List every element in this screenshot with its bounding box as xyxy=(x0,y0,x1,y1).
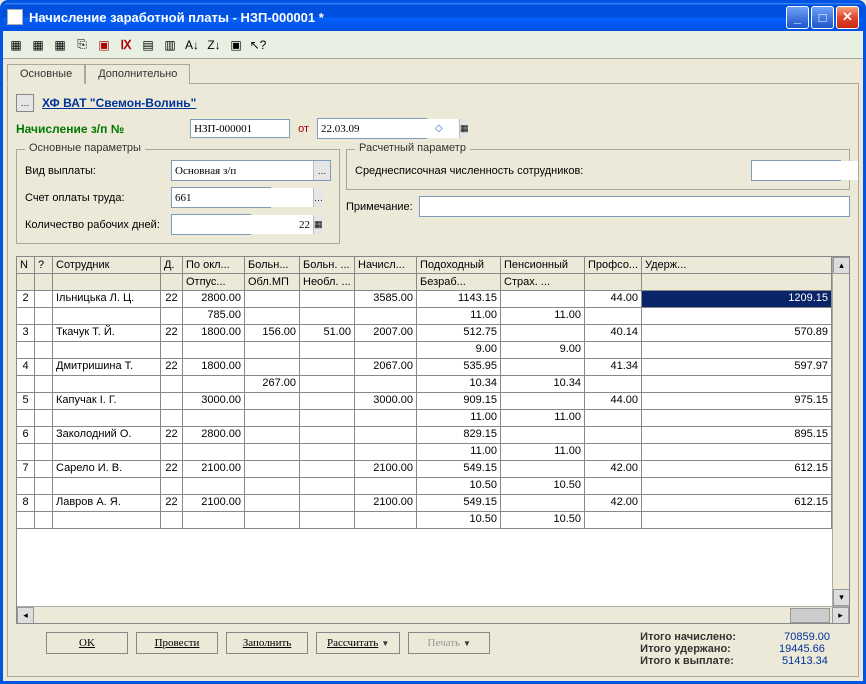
table-row-sub[interactable]: 10.5010.50 xyxy=(17,512,832,529)
app-icon xyxy=(7,9,23,25)
note-input[interactable] xyxy=(419,196,850,217)
toolbar: ▦ ▦ ▦ ⎘ ▣ Ⅸ ▤ ▥ A↓ Z↓ ▣ ↖? xyxy=(3,31,863,59)
tab-extra[interactable]: Дополнительно xyxy=(85,64,190,84)
table-row-sub[interactable]: 267.0010.3410.34 xyxy=(17,376,832,393)
scroll-down-icon[interactable]: ▾ xyxy=(833,589,849,606)
table-row-sub[interactable]: 11.0011.00 xyxy=(17,410,832,427)
ok-button[interactable]: OK xyxy=(46,632,128,654)
main-params-group: Основные параметры Вид выплаты: … Счет о… xyxy=(16,149,340,244)
toolbar-icon-5[interactable]: ▣ xyxy=(95,36,113,54)
scroll-right-icon[interactable]: ▸ xyxy=(832,607,849,624)
toolbar-icon-4[interactable]: ⎘ xyxy=(73,36,91,54)
toolbar-icon-11[interactable]: ▣ xyxy=(227,36,245,54)
days-input[interactable]: ▦ xyxy=(171,214,251,235)
toolbar-icon-8[interactable]: ▥ xyxy=(161,36,179,54)
action-buttons: OK Провести Заполнить Рассчитать▼ Печать… xyxy=(16,628,490,654)
note-label: Примечание: xyxy=(346,201,413,213)
avg-label: Среднесписочная численность сотрудников: xyxy=(355,165,745,177)
table-row[interactable]: 6Заколодний О.222800.00829.15895.15 xyxy=(17,427,832,444)
table-row-sub[interactable]: 10.5010.50 xyxy=(17,478,832,495)
combo-open-icon[interactable]: … xyxy=(313,188,323,207)
table-row[interactable]: 3Ткачук Т. Й.221800.00156.0051.002007.00… xyxy=(17,325,832,342)
date-input[interactable]: ▦ xyxy=(317,118,427,139)
tab-main[interactable]: Основные xyxy=(7,64,85,84)
calc-icon[interactable]: ▦ xyxy=(313,215,323,234)
main-panel: … ХФ ВАТ "Свемон-Волинь" Начисление з/п … xyxy=(7,83,859,677)
avg-input[interactable]: ▦ xyxy=(751,160,841,181)
toolbar-icon-1[interactable]: ▦ xyxy=(7,36,25,54)
toolbar-help-icon[interactable]: ↖? xyxy=(249,36,267,54)
title-bar: Начисление заработной платы - НЗП-000001… xyxy=(3,3,863,31)
date-nav-icon[interactable]: ◇ xyxy=(435,123,443,134)
toolbar-icon-3[interactable]: ▦ xyxy=(51,36,69,54)
scroll-thumb[interactable] xyxy=(790,608,830,623)
app-window: Начисление заработной платы - НЗП-000001… xyxy=(0,0,866,684)
grid-subheader: Отпус... Обл.МП Необл. ... Безраб... Стр… xyxy=(17,274,832,291)
table-row[interactable]: 2Ільницька Л. Ц.222800.003585.001143.154… xyxy=(17,291,832,308)
grid-header: N ? Сотрудник Д. По окл... Больн... Боль… xyxy=(17,257,832,274)
toolbar-icon-6[interactable]: Ⅸ xyxy=(117,36,135,54)
grid-body[interactable]: 2Ільницька Л. Ц.222800.003585.001143.154… xyxy=(17,291,832,606)
tab-strip: Основные Дополнительно xyxy=(3,59,863,83)
data-grid: N ? Сотрудник Д. По окл... Больн... Боль… xyxy=(16,256,850,624)
org-select-button[interactable]: … xyxy=(16,94,34,112)
calc-button[interactable]: Рассчитать▼ xyxy=(316,632,400,654)
horizontal-scrollbar[interactable]: ◂ ▸ xyxy=(17,606,849,623)
toolbar-sort-asc-icon[interactable]: A↓ xyxy=(183,36,201,54)
maximize-button[interactable]: □ xyxy=(811,6,834,29)
post-button[interactable]: Провести xyxy=(136,632,218,654)
close-button[interactable]: ✕ xyxy=(836,6,859,29)
combo-open-icon[interactable]: … xyxy=(313,161,330,180)
calc-params-group: Расчетный параметр Среднесписочная числе… xyxy=(346,149,850,190)
window-title: Начисление заработной платы - НЗП-000001… xyxy=(29,10,786,25)
account-combo[interactable]: … xyxy=(171,187,271,208)
days-label: Количество рабочих дней: xyxy=(25,219,165,231)
doc-no-input[interactable] xyxy=(190,119,290,138)
calendar-icon[interactable]: ▦ xyxy=(459,119,469,138)
pay-type-label: Вид выплаты: xyxy=(25,165,165,177)
table-row[interactable]: 8Лавров А. Я.222100.002100.00549.1542.00… xyxy=(17,495,832,512)
print-button[interactable]: Печать▼ xyxy=(408,632,490,654)
toolbar-icon-2[interactable]: ▦ xyxy=(29,36,47,54)
payroll-no-label: Начисление з/п № xyxy=(16,122,124,136)
pay-type-combo[interactable]: … xyxy=(171,160,331,181)
scroll-left-icon[interactable]: ◂ xyxy=(17,607,34,624)
vertical-scrollbar[interactable]: ▴ ▾ xyxy=(832,257,849,606)
calc-params-legend: Расчетный параметр xyxy=(355,142,470,154)
account-label: Счет оплаты труда: xyxy=(25,192,165,204)
table-row[interactable]: 4Дмитришина Т.221800.002067.00535.9541.3… xyxy=(17,359,832,376)
table-row-sub[interactable]: 785.0011.0011.00 xyxy=(17,308,832,325)
toolbar-icon-7[interactable]: ▤ xyxy=(139,36,157,54)
table-row-sub[interactable]: 9.009.00 xyxy=(17,342,832,359)
table-row-sub[interactable]: 11.0011.00 xyxy=(17,444,832,461)
totals-block: Итого начислено:70859.00 Итого удержано:… xyxy=(640,628,850,670)
main-params-legend: Основные параметры xyxy=(25,142,145,154)
table-row[interactable]: 5Капучак І. Г.3000.003000.00909.1544.009… xyxy=(17,393,832,410)
minimize-button[interactable]: _ xyxy=(786,6,809,29)
scroll-up-icon[interactable]: ▴ xyxy=(833,257,849,274)
org-link[interactable]: ХФ ВАТ "Свемон-Волинь" xyxy=(42,96,196,110)
toolbar-sort-desc-icon[interactable]: Z↓ xyxy=(205,36,223,54)
fill-button[interactable]: Заполнить xyxy=(226,632,308,654)
from-label: от xyxy=(298,123,309,135)
table-row[interactable]: 7Сарело И. В.222100.002100.00549.1542.00… xyxy=(17,461,832,478)
